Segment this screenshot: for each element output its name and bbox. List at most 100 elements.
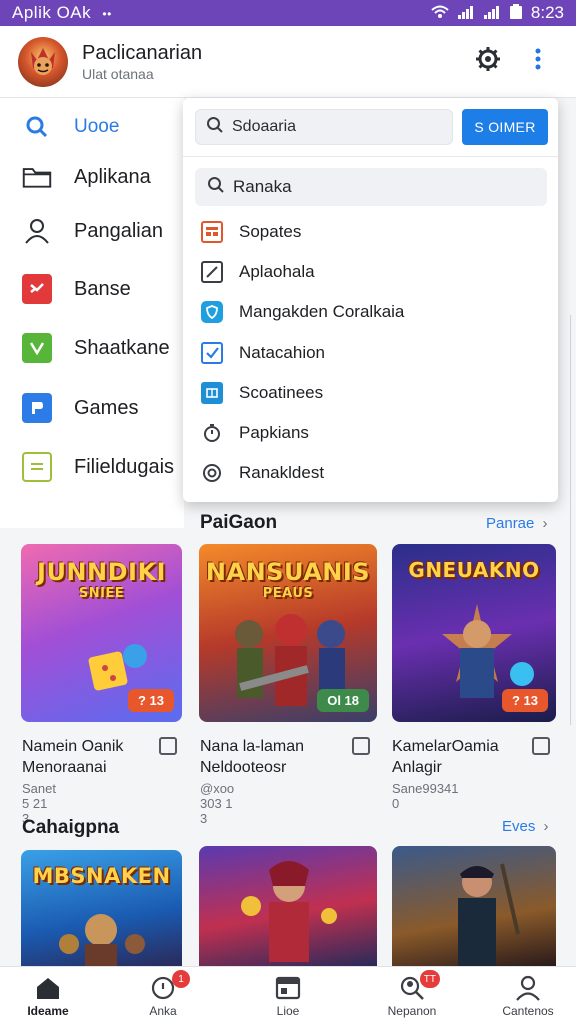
dropdown-item[interactable]: Papkians bbox=[201, 422, 309, 444]
section-see-all-link[interactable]: Eves › bbox=[502, 818, 549, 835]
dropdown-item[interactable]: Scoatinees bbox=[201, 382, 323, 404]
check-icon bbox=[22, 333, 52, 363]
nav-lioe[interactable]: Lioe bbox=[240, 967, 336, 1024]
carrier-label: Aplik OAk •• bbox=[12, 3, 431, 23]
game-logo: NANSUANIS PEAUS bbox=[205, 558, 371, 601]
folder-icon bbox=[22, 162, 52, 192]
game-name: Nana la-laman bbox=[200, 738, 305, 755]
dropdown-item[interactable]: Ranakldest bbox=[201, 462, 324, 484]
dropdown-action-button[interactable]: S OIMER bbox=[462, 109, 548, 145]
grid-icon bbox=[201, 221, 223, 243]
clock-icon bbox=[201, 422, 223, 444]
search-icon bbox=[206, 116, 224, 139]
sidebar-item-games[interactable]: Games bbox=[22, 393, 138, 423]
card-action-icon[interactable] bbox=[532, 737, 550, 755]
card-action-icon[interactable] bbox=[159, 737, 177, 755]
card-action-icon[interactable] bbox=[352, 737, 370, 755]
sidebar-item-pangalian[interactable]: Pangalian bbox=[22, 216, 163, 246]
search-placeholder: Sdoaaria bbox=[232, 118, 297, 135]
window-icon bbox=[201, 382, 223, 404]
checkbox-icon bbox=[201, 342, 223, 364]
game-logo: GNEUAKNO bbox=[408, 558, 540, 582]
dropdown-item-label: Scoatinees bbox=[239, 383, 324, 402]
nav-home[interactable]: Ideame bbox=[0, 967, 96, 1024]
dropdown-sub-search[interactable]: Ranaka bbox=[195, 168, 547, 206]
nav-anka[interactable]: 1 Anka bbox=[115, 967, 211, 1024]
sidebar-item-label: Games bbox=[74, 396, 139, 419]
sidebar-item-filieldugais[interactable]: Filieldugais bbox=[22, 452, 174, 482]
hero-illustration bbox=[241, 861, 337, 962]
app-subtitle: Ulat otanaa bbox=[82, 65, 154, 82]
link-text: Panrae bbox=[486, 515, 535, 532]
battery-icon bbox=[509, 3, 523, 23]
game-thumbnail[interactable]: NANSUANIS PEAUS Ol 18 bbox=[199, 544, 377, 722]
sidebar-item-apps[interactable]: Aplikana bbox=[22, 162, 151, 192]
nav-nepanon[interactable]: TT Nepanon bbox=[364, 967, 460, 1024]
search-icon bbox=[207, 176, 225, 199]
app-title: Paclicanarian bbox=[82, 41, 203, 64]
dropdown-item-label: Mangakden Coralkaia bbox=[239, 302, 405, 321]
nav-label: Ideame bbox=[27, 1004, 69, 1018]
game-icon bbox=[22, 393, 52, 423]
hero-illustration bbox=[458, 863, 520, 966]
section-see-all-link[interactable]: Panrae › bbox=[486, 515, 548, 532]
game-logo: JUNNDIKI SNIEE bbox=[37, 558, 166, 601]
sidebar-item-label: Banse bbox=[74, 277, 131, 300]
shield-icon bbox=[201, 301, 223, 323]
notifications-icon: 1 bbox=[150, 970, 190, 1002]
more-options-button[interactable] bbox=[518, 42, 558, 82]
game-thumbnail[interactable] bbox=[199, 846, 377, 966]
sidebar-item-label: Pangalian bbox=[74, 219, 163, 242]
clock: 8:23 bbox=[530, 3, 564, 22]
characters-illustration bbox=[59, 914, 145, 966]
sidebar-item-label: Shaatkane bbox=[74, 336, 170, 359]
sidebar-item-label: Aplikana bbox=[74, 165, 151, 188]
chevron-right-icon: › bbox=[542, 515, 548, 532]
link-text: Eves bbox=[502, 818, 536, 835]
game-thumbnail[interactable]: GNEUAKNO ? 13 bbox=[392, 544, 556, 722]
dropdown-item[interactable]: Sopates bbox=[201, 221, 301, 243]
game-thumbnail[interactable] bbox=[392, 846, 556, 966]
sidebar-item-home[interactable]: Uooe bbox=[22, 112, 119, 142]
avatar[interactable] bbox=[18, 36, 68, 87]
wifi-icon bbox=[431, 5, 449, 22]
edit-icon bbox=[201, 261, 223, 283]
flag-icon bbox=[22, 274, 52, 304]
search-dropdown: Sdoaaria S OIMER Ranaka Sopates Aplaohal… bbox=[183, 98, 558, 502]
dropdown-item-label: Papkians bbox=[239, 423, 309, 442]
sub-search-text: Ranaka bbox=[233, 177, 292, 196]
sidebar-item-label: Uooe bbox=[74, 116, 120, 137]
divider bbox=[183, 156, 558, 157]
nav-label: Nepanon bbox=[387, 1004, 437, 1018]
notification-badge: TT bbox=[419, 970, 440, 988]
profile-icon bbox=[515, 974, 541, 1002]
nav-label: Anka bbox=[149, 1004, 177, 1018]
more-vertical-icon bbox=[535, 48, 541, 76]
game-logo: MBSNAKEN bbox=[32, 864, 171, 888]
game-subname: Neldooteosr bbox=[200, 759, 287, 776]
game-subname: Anlagir bbox=[392, 759, 442, 776]
sidebar: Uooe Aplikana Pangalian Banse Shaatkane … bbox=[0, 98, 184, 528]
nav-label: Lioe bbox=[276, 1004, 300, 1018]
dropdown-item[interactable]: Mangakden Coralkaia bbox=[201, 301, 404, 323]
header-titles: Paclicanarian Ulat otanaa bbox=[82, 42, 458, 82]
settings-button[interactable] bbox=[468, 42, 508, 82]
carrier-text: Aplik OAk bbox=[12, 3, 92, 22]
dropdown-item[interactable]: Natacahion bbox=[201, 342, 325, 364]
price-badge: Ol 18 bbox=[317, 689, 369, 712]
sidebar-item-shaatkane[interactable]: Shaatkane bbox=[22, 333, 170, 363]
notification-badge: 1 bbox=[172, 970, 190, 988]
search-icon bbox=[22, 112, 52, 142]
target-icon bbox=[201, 462, 223, 484]
bottom-navigation: Ideame 1 Anka Lioe TT Nepanon Cantenos bbox=[0, 966, 576, 1024]
nav-cantenos[interactable]: Cantenos bbox=[480, 967, 576, 1024]
game-thumbnail[interactable]: MBSNAKEN bbox=[21, 850, 182, 966]
gear-icon bbox=[475, 46, 501, 78]
dropdown-search-input[interactable]: Sdoaaria bbox=[195, 109, 453, 145]
nav-label: Cantenos bbox=[502, 1004, 554, 1018]
status-dots: •• bbox=[102, 7, 112, 21]
game-thumbnail[interactable]: JUNNDIKI SNIEE ? 13 bbox=[21, 544, 182, 722]
game-meta: @xoo 303 1 3 bbox=[200, 781, 235, 826]
dropdown-item[interactable]: Aplaohala bbox=[201, 261, 315, 283]
sidebar-item-banse[interactable]: Banse bbox=[22, 274, 131, 304]
